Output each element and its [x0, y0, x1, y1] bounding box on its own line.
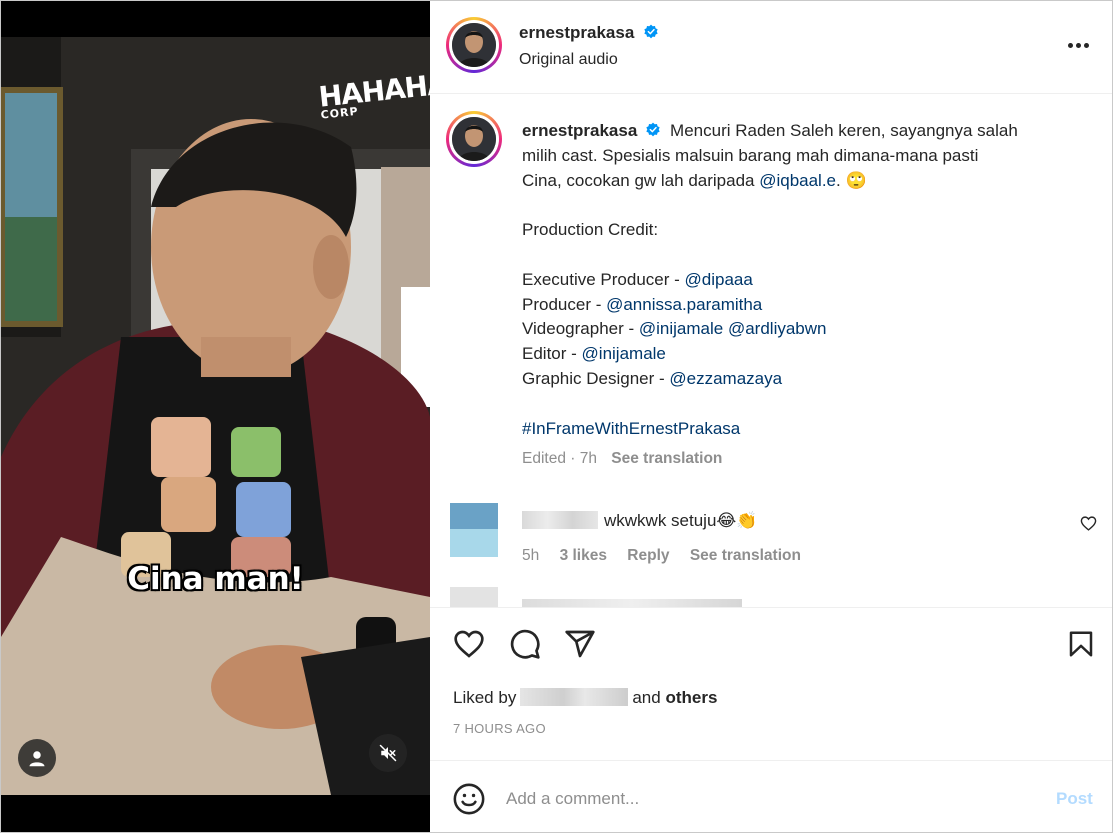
credit-producer: Producer - @annissa.paramitha	[522, 293, 1082, 318]
comment-body: wkwkwk setuju😂👏	[604, 511, 758, 530]
mention-link[interactable]: @dipaaa	[685, 270, 753, 289]
liked-by-prefix: Liked by	[453, 688, 517, 707]
caption-text-line2: milih cast. Spesialis malsuin barang mah…	[522, 145, 979, 165]
comment-text-redacted	[522, 599, 742, 607]
video-subtitle: Cina man!	[127, 561, 304, 597]
avatar-portrait	[452, 23, 496, 67]
comment-time: 5h	[522, 547, 540, 564]
liked-by-and: and	[632, 688, 661, 707]
mention-link[interactable]: @inijamale	[639, 319, 723, 338]
dot-icon	[1067, 42, 1073, 48]
video-player[interactable]: HAHAHA CORP Cina man!	[1, 37, 430, 795]
credit-label: Producer -	[522, 294, 607, 314]
commenter-avatar[interactable]	[450, 587, 498, 607]
commenter-avatar[interactable]	[450, 503, 498, 559]
liked-by-others-link[interactable]: others	[665, 688, 717, 707]
credit-graphic-designer: Graphic Designer - @ezzamazaya	[522, 367, 1082, 392]
liked-by-summary[interactable]: Liked by and others	[453, 688, 717, 708]
dot-icon	[1083, 42, 1089, 48]
edited-time: Edited · 7h	[522, 450, 597, 467]
comment-meta: 5h 3 likes Reply See translation	[522, 547, 801, 565]
audio-label[interactable]: Original audio	[519, 51, 618, 69]
post-timestamp[interactable]: 7 HOURS AGO	[453, 721, 546, 736]
mention-link[interactable]: @iqbaal.e	[759, 171, 836, 190]
reply-button[interactable]: Reply	[627, 547, 669, 564]
comments-scroll-area[interactable]: ernestprakasa Mencuri Raden Saleh keren,…	[430, 95, 1112, 607]
emoji-smiley-icon[interactable]	[452, 782, 486, 816]
mute-toggle-button[interactable]	[369, 734, 407, 772]
comment-item-partial	[450, 587, 1090, 607]
add-comment-bar: Post	[430, 760, 1112, 832]
caption-meta: Edited · 7h See translation	[522, 450, 722, 468]
comment-like-heart-icon[interactable]	[1080, 515, 1097, 532]
caption-text-line1: Mencuri Raden Saleh keren, sayangnya sal…	[670, 121, 1018, 140]
comment-input[interactable]	[506, 781, 1026, 817]
credit-label: Videographer -	[522, 319, 639, 339]
verified-badge-icon	[646, 122, 660, 137]
comment-item: wkwkwk setuju😂👏 5h 3 likes Reply See tra…	[450, 503, 1097, 567]
post-caption: ernestprakasa Mencuri Raden Saleh keren,…	[522, 119, 1082, 441]
credit-editor: Editor - @inijamale	[522, 342, 1082, 367]
post-header: ernestprakasa Original audio	[430, 1, 1112, 94]
caption-username[interactable]: ernestprakasa	[522, 121, 637, 140]
see-translation-link[interactable]: See translation	[611, 450, 722, 467]
comment-bubble-icon[interactable]	[508, 628, 542, 660]
more-options-button[interactable]	[1064, 35, 1092, 55]
caption-text-line3-end: . 🙄	[836, 170, 867, 190]
caption-text-line3-start: Cina, cocokan gw lah daripada	[522, 170, 760, 190]
author-username-text[interactable]: ernestprakasa	[519, 23, 634, 42]
mention-link[interactable]: @ezzamazaya	[669, 369, 782, 388]
muted-speaker-icon	[379, 744, 397, 762]
instagram-post-modal: HAHAHA CORP Cina man! ernestprakasa Orig…	[0, 0, 1113, 833]
commenter-username-redacted[interactable]	[522, 511, 598, 529]
dot-icon	[1075, 42, 1081, 48]
credit-label: Editor -	[522, 344, 582, 364]
see-translation-link[interactable]: See translation	[690, 547, 801, 564]
mention-link[interactable]: @ardliyabwn	[728, 319, 827, 338]
caption-text-line3: Cina, cocokan gw lah daripada @iqbaal.e.…	[522, 169, 1082, 194]
caption-author-avatar[interactable]	[446, 111, 502, 167]
media-panel: HAHAHA CORP Cina man!	[1, 1, 430, 832]
hashtag-link[interactable]: #InFrameWithErnestPrakasa	[522, 417, 1082, 442]
comment-text: wkwkwk setuju😂👏	[522, 511, 757, 531]
author-avatar[interactable]	[446, 17, 502, 73]
post-actions: Liked by and others 7 HOURS AGO Post	[430, 607, 1112, 832]
author-username[interactable]: ernestprakasa	[519, 23, 659, 43]
credit-label: Executive Producer -	[522, 269, 685, 289]
post-details-panel: ernestprakasa Original audio ernestpraka…	[430, 1, 1112, 832]
mention-link[interactable]: @annissa.paramitha	[606, 295, 762, 314]
like-heart-icon[interactable]	[452, 628, 486, 660]
liker-username-redacted[interactable]	[520, 688, 629, 706]
save-bookmark-icon[interactable]	[1066, 628, 1096, 660]
share-send-icon[interactable]	[564, 628, 596, 660]
mention-link[interactable]: @inijamale	[582, 344, 666, 363]
comment-likes-link[interactable]: 3 likes	[560, 547, 607, 564]
credit-label: Graphic Designer -	[522, 368, 670, 388]
credit-videographer: Videographer - @inijamale @ardliyabwn	[522, 317, 1082, 342]
tagged-users-button[interactable]	[18, 739, 56, 777]
avatar-portrait	[452, 117, 496, 161]
user-icon	[29, 751, 45, 767]
post-comment-button[interactable]: Post	[1056, 789, 1093, 809]
video-frame-illustration	[1, 37, 430, 795]
credit-executive-producer: Executive Producer - @dipaaa	[522, 268, 1082, 293]
credit-title: Production Credit:	[522, 220, 659, 240]
verified-badge-icon	[644, 24, 658, 39]
